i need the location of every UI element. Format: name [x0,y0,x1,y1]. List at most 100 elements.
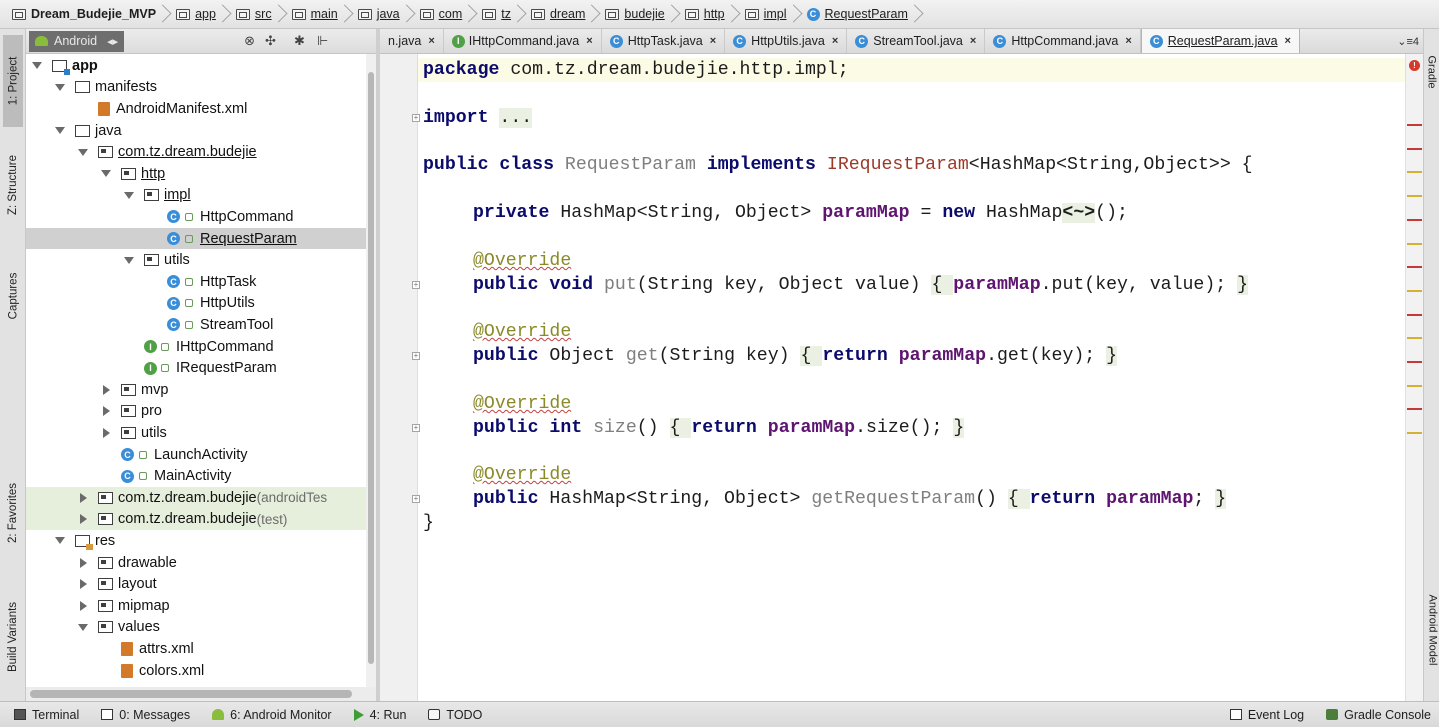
status-tool-button[interactable]: 4: Run [353,708,406,722]
fold-toggle-icon[interactable]: + [412,495,420,503]
project-tree-horizontal-scrollbar[interactable] [26,687,376,701]
breadcrumb-item[interactable]: main [286,3,344,25]
expanded-arrow-icon[interactable] [55,537,65,545]
expanded-arrow-icon[interactable] [124,191,134,199]
tree-node[interactable]: java [26,120,366,142]
breadcrumb-item[interactable]: C RequestParam [801,3,914,25]
breadcrumb-item[interactable]: http [679,3,731,25]
tree-node[interactable]: C StreamTool [26,314,366,336]
tree-node[interactable]: attrs.xml [26,638,366,660]
tree-node[interactable]: com.tz.dream.budejie [26,141,366,163]
editor-gutter[interactable] [380,54,418,701]
status-tool-button[interactable]: Event Log [1229,708,1304,722]
stripe-marker[interactable] [1407,408,1422,411]
tree-node[interactable]: colors.xml [26,660,366,682]
collapsed-arrow-icon[interactable] [80,600,87,611]
stripe-marker[interactable] [1407,195,1422,198]
status-tool-button[interactable]: 6: Android Monitor [212,708,332,722]
editor-tab[interactable]: C HttpTask.java × [602,29,726,53]
expanded-arrow-icon[interactable] [101,170,111,178]
tree-node[interactable]: mvp [26,379,366,401]
fold-toggle-icon[interactable]: + [412,114,420,122]
tree-node[interactable]: I IHttpCommand [26,336,366,358]
close-tab-icon[interactable]: × [1285,35,1291,47]
expanded-arrow-icon[interactable] [78,623,88,631]
tree-node[interactable]: mipmap [26,595,366,617]
breadcrumb-item[interactable]: java [352,3,406,25]
stripe-marker[interactable] [1407,266,1422,269]
editor-tab[interactable]: C StreamTool.java × [847,29,986,53]
stripe-marker[interactable] [1407,171,1422,174]
stripe-marker[interactable] [1407,384,1422,387]
fold-toggle-icon[interactable]: + [412,281,420,289]
breadcrumb-item[interactable]: tz [476,3,517,25]
status-tool-button[interactable]: Gradle Console [1326,708,1431,722]
collapse-icon[interactable]: ⊩ [317,33,328,49]
close-tab-icon[interactable]: × [428,35,434,47]
code-editor[interactable]: package com.tz.dream.budejie.http.impl; … [418,54,1405,701]
collapsed-arrow-icon[interactable] [103,384,110,395]
breadcrumb-item[interactable]: impl [739,3,793,25]
tree-node[interactable]: C HttpCommand [26,206,366,228]
status-tool-button[interactable]: 0: Messages [101,708,190,722]
stripe-marker[interactable] [1407,361,1422,363]
close-tab-icon[interactable]: × [970,35,976,47]
close-tab-icon[interactable]: × [1125,35,1131,47]
editor-tab[interactable]: C HttpCommand.java × [985,29,1141,53]
tree-node[interactable]: pro [26,401,366,423]
stripe-marker[interactable] [1407,289,1422,292]
tree-node[interactable]: utils [26,422,366,444]
settings-icon[interactable]: ✱ [294,33,305,49]
close-tab-icon[interactable]: × [586,35,592,47]
breadcrumb-item[interactable]: src [230,3,278,25]
tree-node[interactable]: manifests [26,77,366,99]
error-stripe[interactable]: ! [1405,54,1423,701]
tab-overflow-button[interactable]: ⌄≡4 [1397,29,1423,53]
tree-node[interactable]: com.tz.dream.budejie (test) [26,508,366,531]
editor-tab[interactable]: C HttpUtils.java × [725,29,848,53]
stripe-marker[interactable] [1407,147,1422,150]
tree-node[interactable]: C LaunchActivity [26,444,366,466]
tool-tab-gradle[interactable]: Gradle [1424,37,1439,107]
expanded-arrow-icon[interactable] [78,148,88,156]
stripe-marker[interactable] [1407,242,1422,245]
tree-node[interactable]: com.tz.dream.budejie (androidTes [26,487,366,509]
tool-tab-build-variants[interactable]: Build Variants [3,585,23,689]
breadcrumb-item[interactable]: com [414,3,469,25]
error-indicator-icon[interactable]: ! [1409,60,1420,71]
tree-node[interactable]: http [26,163,366,185]
tool-tab-structure[interactable]: Z: Structure [3,135,23,235]
collapsed-arrow-icon[interactable] [103,406,110,417]
tree-node[interactable]: app [26,55,366,77]
collapsed-arrow-icon[interactable] [103,427,110,438]
tree-node[interactable]: drawable [26,552,366,574]
fold-toggle-icon[interactable]: + [412,352,420,360]
expanded-arrow-icon[interactable] [124,256,134,264]
folded-imports[interactable]: ... [499,108,533,128]
stripe-marker[interactable] [1407,432,1422,435]
tool-tab-captures[interactable]: Captures [3,251,23,341]
collapsed-arrow-icon[interactable] [80,514,87,525]
tree-node[interactable]: impl [26,185,366,207]
tree-node[interactable]: res [26,530,366,552]
tree-node[interactable]: values [26,617,366,639]
tree-node[interactable]: C HttpTask [26,271,366,293]
tree-node[interactable]: AndroidManifest.xml [26,98,366,120]
breadcrumb-item[interactable]: app [170,3,222,25]
tree-node[interactable]: C RequestParam [26,227,366,250]
collapsed-arrow-icon[interactable] [80,579,87,590]
fold-toggle-icon[interactable]: + [412,424,420,432]
tool-tab-favorites[interactable]: 2: Favorites [3,463,23,563]
expanded-arrow-icon[interactable] [55,127,65,135]
editor-tab[interactable]: n.java × [380,29,444,53]
status-tool-button[interactable]: TODO [428,708,482,722]
collapsed-arrow-icon[interactable] [80,492,87,503]
tree-node[interactable]: I IRequestParam [26,357,366,379]
close-tab-icon[interactable]: × [710,35,716,47]
project-tree-vertical-scrollbar[interactable] [366,54,376,687]
collapsed-arrow-icon[interactable] [80,557,87,568]
stripe-marker[interactable] [1407,124,1422,126]
tree-node[interactable]: utils [26,249,366,271]
editor-tab[interactable]: C RequestParam.java × [1140,29,1300,53]
close-tab-icon[interactable]: × [832,35,838,47]
